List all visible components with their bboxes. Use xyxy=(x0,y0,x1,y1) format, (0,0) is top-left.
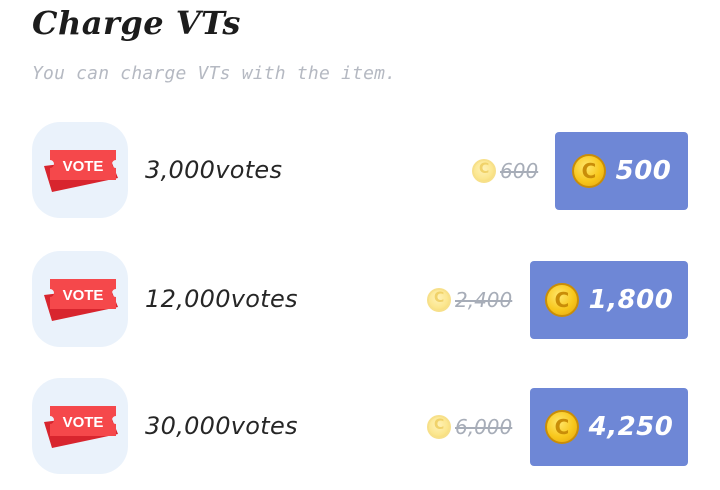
buy-button[interactable]: 1,800 xyxy=(530,261,688,339)
list-item: VOTE 3,000votes 600 500 xyxy=(0,122,720,218)
votes-amount: 12,000votes xyxy=(145,285,298,313)
votes-amount: 30,000votes xyxy=(145,412,298,440)
buy-button[interactable]: 500 xyxy=(555,132,688,210)
ticket-label: VOTE xyxy=(63,287,104,304)
vote-ticket-icon: VOTE xyxy=(44,150,118,192)
original-price: 600 xyxy=(472,158,538,184)
ticket-tile: VOTE xyxy=(32,378,128,474)
list-item: VOTE 30,000votes 6,000 4,250 xyxy=(0,378,720,474)
original-price: 2,400 xyxy=(427,287,512,313)
coin-icon xyxy=(544,410,579,444)
ticket-label: VOTE xyxy=(63,414,104,431)
coin-icon xyxy=(571,154,606,188)
ticket-label: VOTE xyxy=(63,158,104,175)
original-price-value: 6,000 xyxy=(455,415,513,439)
page-subtitle: You can charge VTs with the item. xyxy=(32,63,397,84)
coin-icon xyxy=(427,288,451,312)
price-value: 1,800 xyxy=(588,285,674,315)
original-price-value: 600 xyxy=(500,159,539,183)
coin-icon xyxy=(544,283,579,317)
vote-ticket-icon: VOTE xyxy=(44,406,118,448)
coin-icon xyxy=(472,159,496,183)
vote-ticket-icon: VOTE xyxy=(44,279,118,321)
page-title: Charge VTs xyxy=(32,4,241,42)
price-value: 500 xyxy=(615,156,672,186)
ticket-tile: VOTE xyxy=(32,251,128,347)
original-price-value: 2,400 xyxy=(455,288,513,312)
price-value: 4,250 xyxy=(588,412,674,442)
list-item: VOTE 12,000votes 2,400 1,800 xyxy=(0,251,720,347)
buy-button[interactable]: 4,250 xyxy=(530,388,688,466)
ticket-tile: VOTE xyxy=(32,122,128,218)
original-price: 6,000 xyxy=(427,414,512,440)
votes-amount: 3,000votes xyxy=(145,156,283,184)
coin-icon xyxy=(427,415,451,439)
